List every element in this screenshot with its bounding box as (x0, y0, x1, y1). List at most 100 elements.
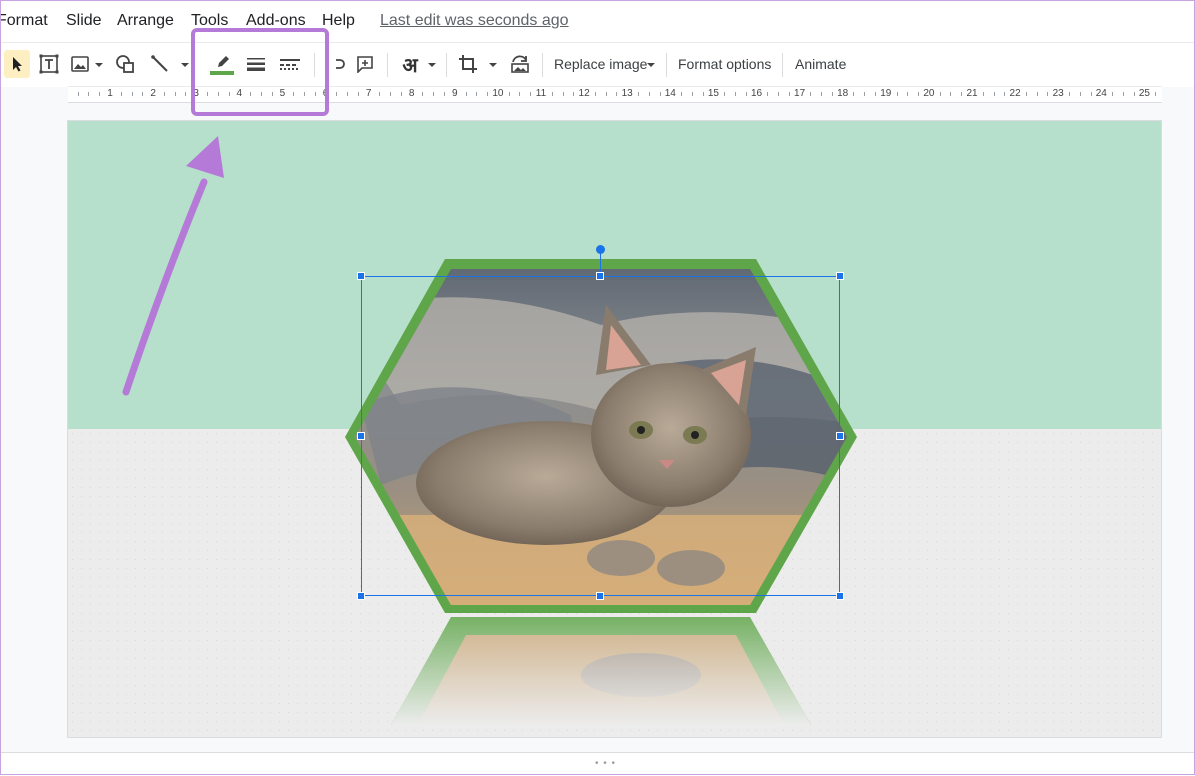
ruler-tick (616, 92, 618, 96)
last-edit-link[interactable]: Last edit was seconds ago (380, 12, 569, 30)
resize-handle-w[interactable] (357, 432, 365, 440)
select-button[interactable] (4, 50, 30, 78)
ruler-tick (1079, 92, 1081, 96)
ruler-number: 9 (452, 88, 458, 99)
image-dropdown-caret[interactable] (95, 63, 103, 67)
ruler-tick (831, 92, 833, 96)
ruler-tick (939, 92, 941, 96)
annotation-highlight-box (191, 28, 329, 116)
ruler-tick (1112, 92, 1114, 96)
menu-format[interactable]: Format (0, 12, 48, 30)
ruler-tick (778, 92, 780, 96)
line-dropdown-caret[interactable] (181, 63, 189, 67)
resize-handle-ne[interactable] (836, 272, 844, 280)
ruler-number: 22 (1009, 88, 1021, 99)
ruler-tick (594, 92, 596, 96)
ruler-number: 2 (150, 88, 156, 99)
animate-button[interactable]: Animate (795, 56, 846, 72)
menu-arrange[interactable]: Arrange (117, 12, 174, 30)
shapes-button[interactable] (112, 50, 138, 78)
ruler-number: 10 (492, 88, 504, 99)
ruler-tick (519, 92, 521, 96)
rotate-handle-icon[interactable] (596, 245, 605, 254)
resize-handle-n[interactable] (596, 272, 604, 280)
ruler-number: 24 (1095, 88, 1107, 99)
crop-dropdown-caret[interactable] (489, 63, 497, 67)
ruler-tick (400, 92, 402, 96)
ruler-tick (745, 92, 747, 96)
image-button[interactable] (68, 50, 92, 78)
ruler-number: 21 (966, 88, 978, 99)
comment-button[interactable] (353, 50, 377, 78)
input-tools-button[interactable]: अ (396, 50, 424, 78)
replace-image-caret[interactable] (647, 63, 655, 67)
toolbar-divider (666, 53, 667, 77)
ruler-tick (702, 92, 704, 96)
link-button[interactable] (328, 50, 348, 78)
ruler-tick (1036, 92, 1038, 96)
ruler-number: 12 (578, 88, 590, 99)
ruler-tick (99, 92, 101, 96)
replace-image-button[interactable]: Replace image (554, 56, 647, 72)
ruler-tick (379, 92, 381, 96)
image-icon (71, 56, 89, 72)
ruler-tick (864, 92, 866, 96)
ruler-number: 18 (837, 88, 849, 99)
ruler-tick (691, 92, 693, 96)
resize-handle-sw[interactable] (357, 592, 365, 600)
input-tools-caret[interactable] (428, 63, 436, 67)
ruler-tick (993, 92, 995, 96)
ruler-number: 20 (923, 88, 935, 99)
crop-button[interactable] (456, 50, 480, 78)
toolbar-divider (446, 53, 447, 77)
cursor-icon (13, 57, 22, 72)
ruler-tick (918, 92, 920, 96)
ruler-tick (174, 92, 176, 96)
ruler-tick (433, 92, 435, 96)
speaker-notes-divider[interactable]: • • • (0, 752, 1195, 776)
resize-handle-s[interactable] (596, 592, 604, 600)
ruler-tick (573, 92, 575, 96)
ruler-tick (875, 92, 877, 96)
textbox-button[interactable] (36, 50, 62, 78)
ruler-tick (724, 92, 726, 96)
ruler-tick (648, 92, 650, 96)
ruler-tick (1090, 92, 1092, 96)
format-options-button[interactable]: Format options (678, 56, 771, 72)
reset-image-button[interactable] (507, 50, 533, 78)
ruler-tick (131, 92, 133, 96)
ruler-tick (163, 92, 165, 96)
ruler-tick (810, 92, 812, 96)
resize-handle-nw[interactable] (357, 272, 365, 280)
ruler-tick (551, 92, 553, 96)
ruler-tick (422, 92, 424, 96)
ruler-number: 14 (664, 88, 676, 99)
ruler-tick (1047, 92, 1049, 96)
ruler-tick (907, 92, 909, 96)
ruler-number: 13 (621, 88, 633, 99)
ruler-tick (896, 92, 898, 96)
ruler-tick (1133, 92, 1135, 96)
resize-handle-se[interactable] (836, 592, 844, 600)
menu-bar: Format Slide Arrange Tools Add-ons Help … (0, 0, 1195, 42)
ruler-tick (185, 92, 187, 96)
drag-grip-icon[interactable]: • • • (595, 758, 616, 769)
ruler-tick (1068, 92, 1070, 96)
link-icon (336, 59, 345, 69)
ruler-tick (530, 92, 532, 96)
ruler-tick (637, 92, 639, 96)
ruler-tick (961, 92, 963, 96)
comment-icon (357, 56, 373, 73)
ruler-tick (357, 92, 359, 96)
reset-image-icon (511, 55, 529, 73)
menu-slide[interactable]: Slide (66, 12, 102, 30)
ruler-tick (142, 92, 144, 96)
ruler-tick (390, 92, 392, 96)
resize-handle-e[interactable] (836, 432, 844, 440)
textbox-icon (39, 54, 59, 74)
ruler-number: 23 (1052, 88, 1064, 99)
ruler-tick (77, 92, 79, 96)
line-button[interactable] (148, 50, 172, 78)
crop-icon (459, 55, 477, 73)
menu-help[interactable]: Help (322, 12, 355, 30)
